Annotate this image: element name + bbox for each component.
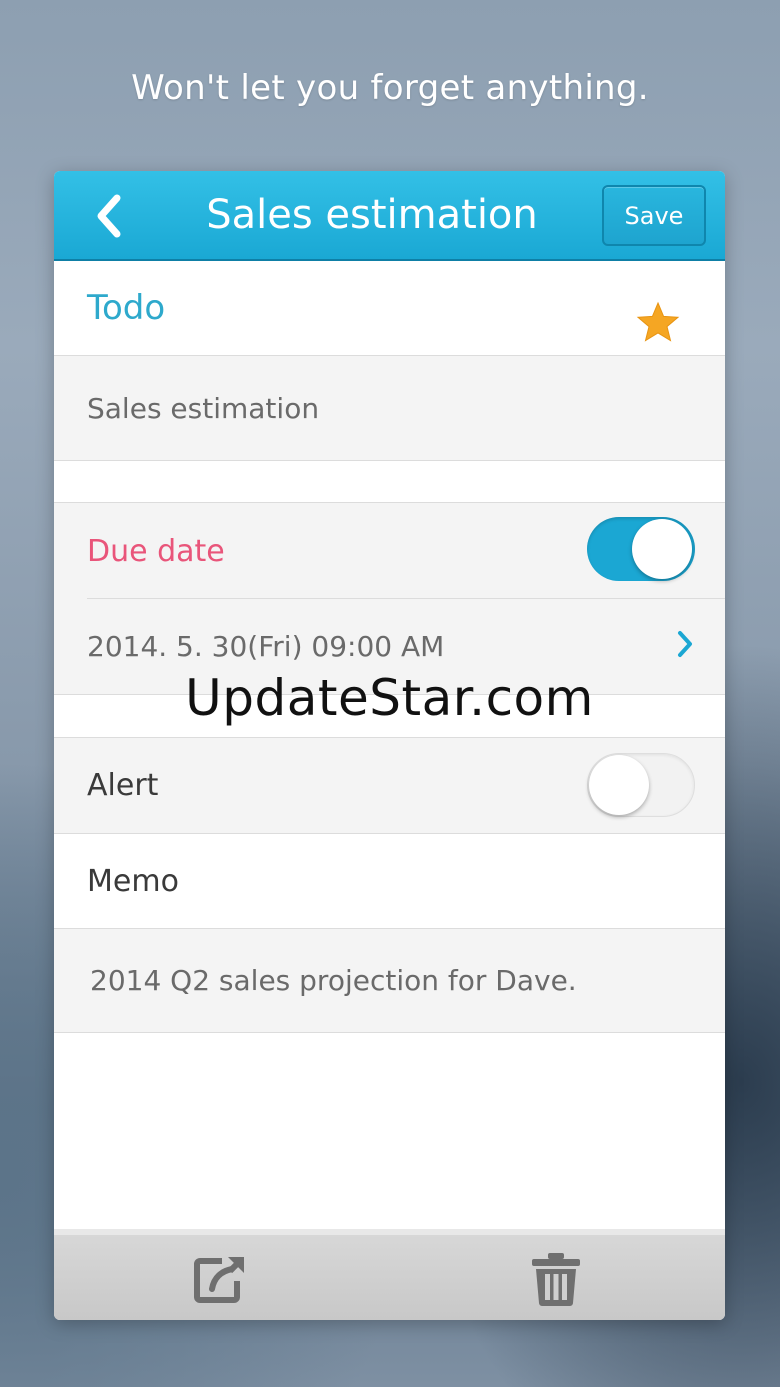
due-date-label: Due date [87,533,225,569]
memo-section-header: Memo [54,834,725,929]
toggle-knob [632,519,692,579]
alert-toggle[interactable] [587,753,695,817]
due-date-toggle[interactable] [587,517,695,581]
toggle-knob [589,755,649,815]
trash-icon[interactable] [528,1251,584,1307]
bottom-toolbar [54,1229,725,1320]
chevron-left-icon [97,194,121,238]
todo-title-field[interactable]: Sales estimation [54,356,725,461]
page-title: Sales estimation [206,192,538,238]
memo-field[interactable]: 2014 Q2 sales projection for Dave. [54,929,725,1033]
todo-label: Todo [87,288,166,328]
memo-value: 2014 Q2 sales projection for Dave. [90,964,577,997]
tagline: Won't let you forget anything. [131,68,649,108]
header-bar: Sales estimation Save [54,171,725,261]
save-button[interactable]: Save [602,185,706,246]
back-button[interactable] [84,191,132,241]
todo-section-header: Todo [54,261,725,356]
alert-label: Alert [87,768,159,803]
section-spacer [54,461,725,503]
star-icon[interactable] [636,301,680,343]
todo-title-value: Sales estimation [87,391,320,425]
memo-label: Memo [87,863,179,899]
watermark: UpdateStar.com [185,669,594,727]
app-window: Sales estimation Save Todo Sales estimat… [54,171,725,1320]
chevron-right-icon[interactable] [674,629,696,659]
share-icon[interactable] [192,1251,248,1307]
